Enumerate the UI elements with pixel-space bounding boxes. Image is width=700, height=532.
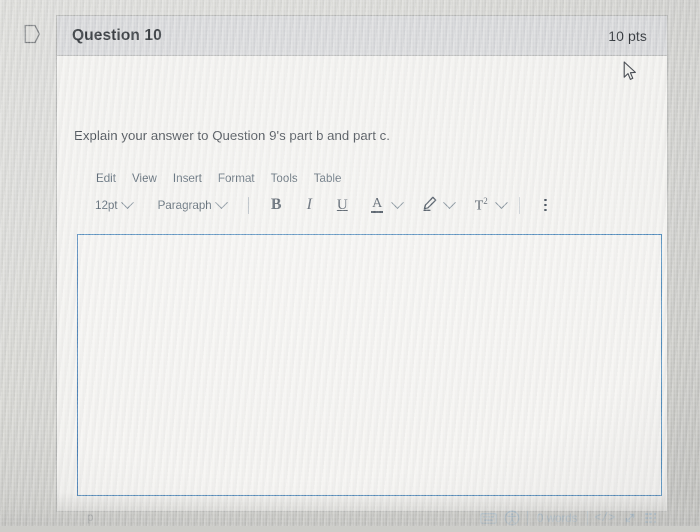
editor-statusbar: p 0 words </> — [77, 504, 662, 532]
font-size-select[interactable]: 12pt — [89, 195, 138, 215]
italic-icon: I — [306, 196, 312, 213]
chevron-down-icon — [443, 195, 457, 209]
menu-item-insert[interactable]: Insert — [166, 170, 209, 187]
accessibility-checker-icon[interactable] — [504, 510, 520, 526]
chevron-down-icon — [391, 195, 405, 209]
element-path-indicator[interactable]: p — [87, 512, 93, 524]
question-title: Question 10 — [72, 26, 162, 44]
italic-button[interactable]: I — [297, 193, 322, 218]
superscript-icon: T2 — [474, 195, 488, 214]
bookmark-flag-icon[interactable] — [24, 24, 41, 44]
block-format-value: Paragraph — [157, 198, 212, 212]
editor-menubar: Edit View Insert Format Tools Table — [77, 166, 663, 190]
text-color-dropdown-button[interactable] — [391, 194, 405, 216]
editor-toolbar: 12pt Paragraph B I U A T2 — [77, 190, 663, 220]
chevron-down-icon — [495, 195, 509, 209]
question-prompt-text: Explain your answer to Question 9's part… — [74, 128, 391, 143]
bold-button[interactable]: B — [264, 193, 289, 218]
menu-item-tools[interactable]: Tools — [264, 170, 305, 187]
fullscreen-expand-icon[interactable] — [622, 510, 638, 526]
superscript-button[interactable]: T2 — [469, 193, 494, 218]
chevron-down-icon — [120, 195, 134, 209]
question-card: Question 10 10 pts Explain your answer t… — [56, 15, 668, 526]
more-options-button[interactable] — [533, 193, 558, 218]
chevron-down-icon — [214, 195, 228, 209]
resize-grip-icon[interactable] — [645, 512, 656, 524]
rich-content-editor: Edit View Insert Format Tools Table 12pt… — [77, 166, 663, 220]
question-header: Question 10 10 pts — [57, 16, 667, 56]
word-count-label: 0 words — [536, 511, 578, 525]
text-color-icon: A — [371, 196, 384, 214]
menu-item-view[interactable]: View — [125, 170, 164, 187]
toolbar-divider — [518, 196, 520, 214]
question-body: Explain your answer to Question 9's part… — [57, 56, 667, 526]
highlight-color-button[interactable] — [417, 193, 442, 218]
answer-text-editor[interactable] — [77, 234, 662, 496]
block-format-select[interactable]: Paragraph — [152, 195, 232, 215]
statusbar-divider — [526, 511, 528, 525]
menu-item-table[interactable]: Table — [307, 170, 349, 187]
statusbar-divider — [586, 511, 588, 525]
text-color-button[interactable]: A — [365, 193, 390, 218]
superscript-dropdown-button[interactable] — [495, 194, 509, 216]
bold-icon: B — [270, 196, 282, 213]
question-points: 10 pts — [608, 27, 647, 44]
html-editor-toggle[interactable]: </> — [595, 512, 616, 525]
highlight-color-dropdown-button[interactable] — [443, 194, 457, 216]
keyboard-shortcuts-icon[interactable] — [480, 512, 497, 525]
menu-item-edit[interactable]: Edit — [89, 170, 123, 187]
highlighter-pen-icon — [421, 195, 438, 216]
underline-button[interactable]: U — [330, 193, 355, 218]
underline-icon: U — [336, 196, 348, 213]
font-size-value: 12pt — [95, 198, 118, 212]
kebab-menu-icon — [543, 198, 547, 212]
toolbar-divider — [247, 196, 249, 214]
menu-item-format[interactable]: Format — [211, 170, 262, 187]
